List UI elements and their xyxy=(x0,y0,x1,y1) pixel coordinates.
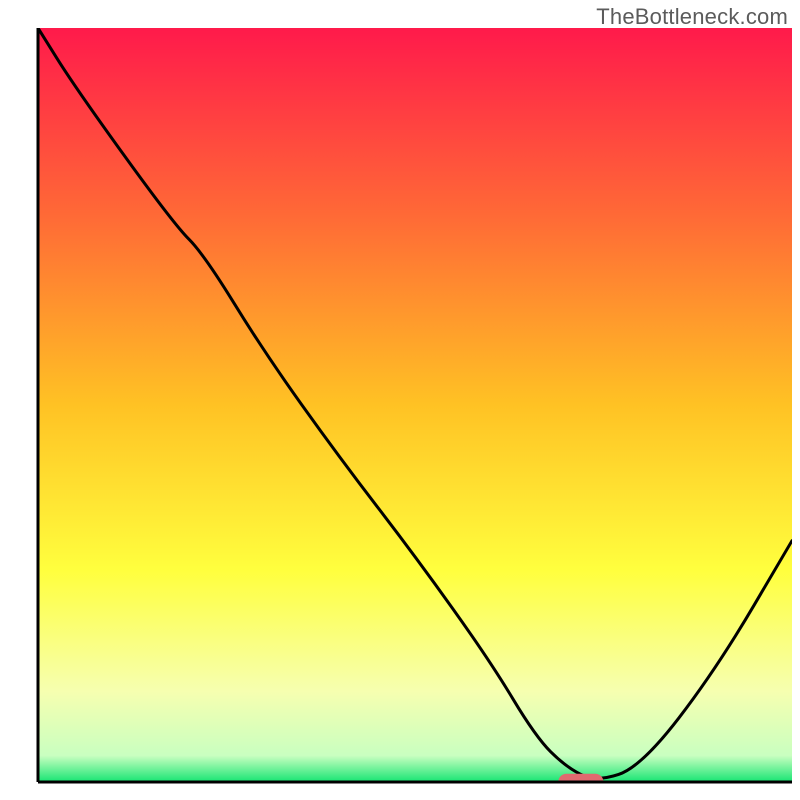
plot-background xyxy=(38,28,792,782)
watermark-text: TheBottleneck.com xyxy=(596,4,788,30)
chart-svg xyxy=(0,0,800,800)
bottleneck-chart: TheBottleneck.com xyxy=(0,0,800,800)
